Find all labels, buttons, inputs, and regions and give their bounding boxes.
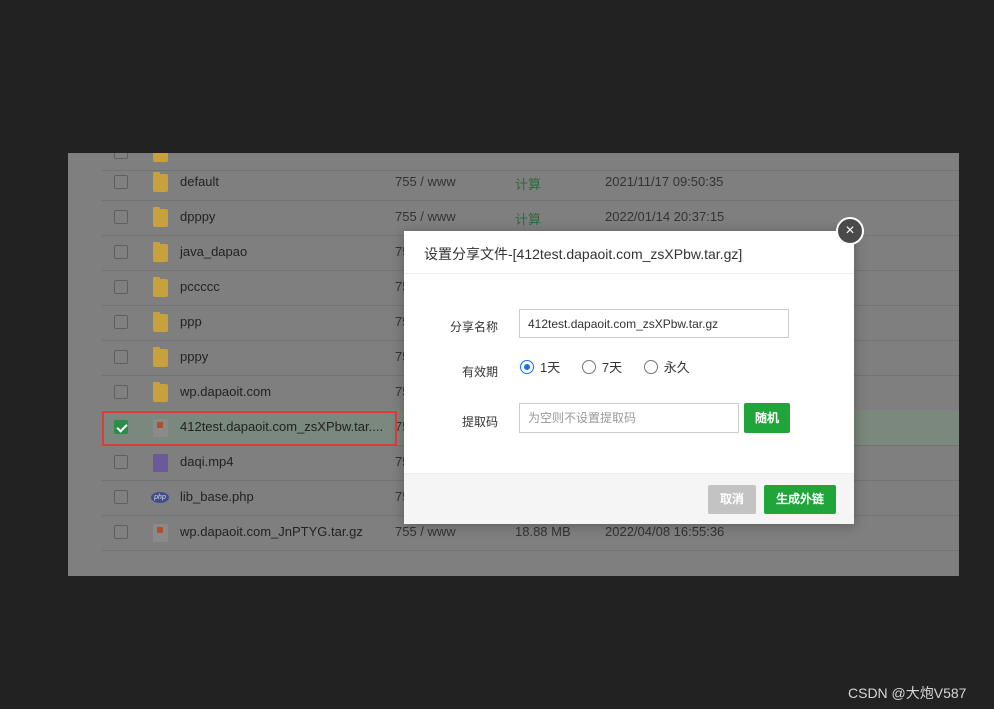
dialog-footer: 取消 生成外链 bbox=[404, 473, 854, 524]
validity-radio-group: 1天 7天 永久 bbox=[520, 357, 708, 377]
file-size: 18.88 MB bbox=[515, 524, 571, 539]
cancel-button[interactable]: 取消 bbox=[708, 485, 756, 514]
file-permission[interactable]: 755 / www bbox=[395, 209, 456, 224]
file-name[interactable]: ppp bbox=[180, 314, 202, 329]
share-name-input[interactable] bbox=[519, 309, 789, 338]
row-checkbox[interactable] bbox=[114, 175, 128, 189]
file-name[interactable]: dpppy bbox=[180, 209, 215, 224]
radio-icon[interactable] bbox=[643, 359, 658, 374]
extract-code-input[interactable] bbox=[519, 403, 739, 433]
video-icon bbox=[153, 454, 168, 472]
folder-icon bbox=[153, 172, 168, 192]
file-modified-time: 2021/11/17 09:50:35 bbox=[605, 174, 724, 189]
folder-icon bbox=[153, 382, 168, 402]
file-name[interactable]: pppy bbox=[180, 349, 208, 364]
row-checkbox[interactable] bbox=[114, 153, 128, 159]
file-modified-time: 2022/01/14 20:37:15 bbox=[605, 209, 725, 224]
radio-label: 永久 bbox=[663, 360, 690, 375]
row-checkbox[interactable] bbox=[114, 525, 128, 539]
folder-icon bbox=[153, 312, 168, 332]
dialog-title: 设置分享文件-[412test.dapaoit.com_zsXPbw.tar.g… bbox=[424, 246, 743, 262]
validity-option-7-days[interactable]: 7天 bbox=[581, 357, 623, 376]
radio-icon[interactable] bbox=[581, 359, 596, 374]
generate-link-button[interactable]: 生成外链 bbox=[764, 485, 836, 514]
row-checkbox[interactable] bbox=[114, 280, 128, 294]
validity-option-1-day[interactable]: 1天 bbox=[520, 357, 560, 376]
folder-icon bbox=[153, 153, 168, 162]
validity-label: 有效期 bbox=[461, 365, 498, 379]
folder-icon bbox=[153, 207, 168, 227]
table-row[interactable]: default 755 / www 计算 2021/11/17 09:50:35 bbox=[102, 165, 959, 201]
row-checkbox[interactable] bbox=[114, 315, 128, 329]
row-checkbox[interactable] bbox=[114, 490, 128, 504]
share-file-dialog: 设置分享文件-[412test.dapaoit.com_zsXPbw.tar.g… bbox=[404, 217, 864, 524]
share-name-label: 分享名称 bbox=[449, 320, 498, 334]
file-permission[interactable]: 755 / www bbox=[395, 524, 456, 539]
row-checkbox[interactable] bbox=[114, 385, 128, 399]
file-name[interactable]: lib_base.php bbox=[180, 489, 254, 504]
archive-icon bbox=[153, 524, 168, 542]
row-checkbox[interactable] bbox=[114, 210, 128, 224]
file-name[interactable]: default bbox=[180, 174, 219, 189]
close-icon[interactable]: × bbox=[836, 217, 864, 245]
php-icon: php bbox=[151, 492, 169, 503]
dialog-header: 设置分享文件-[412test.dapaoit.com_zsXPbw.tar.g… bbox=[404, 231, 854, 274]
folder-icon bbox=[153, 242, 168, 262]
radio-label: 1天 bbox=[540, 360, 561, 375]
folder-icon bbox=[153, 277, 168, 297]
file-name[interactable]: wp.dapaoit.com_JnPTYG.tar.gz bbox=[180, 524, 363, 539]
radio-label: 7天 bbox=[601, 360, 623, 375]
row-checkbox[interactable] bbox=[114, 245, 128, 259]
watermark: CSDN @大炮V587 bbox=[848, 685, 967, 701]
file-name[interactable]: java_dapao bbox=[180, 244, 247, 259]
row-checkbox[interactable] bbox=[114, 350, 128, 364]
file-permission[interactable]: 755 / www bbox=[395, 174, 456, 189]
file-size-calc-link[interactable]: 计算 bbox=[515, 209, 541, 228]
file-name[interactable]: pccccc bbox=[180, 279, 220, 294]
validity-option-forever[interactable]: 永久 bbox=[643, 357, 690, 376]
random-code-button[interactable]: 随机 bbox=[744, 403, 790, 433]
file-name[interactable]: daqi.mp4 bbox=[180, 454, 233, 469]
extract-code-label: 提取码 bbox=[461, 415, 498, 429]
radio-selected-icon[interactable] bbox=[520, 359, 534, 374]
row-checkbox[interactable] bbox=[114, 455, 128, 469]
file-name[interactable]: wp.dapaoit.com bbox=[180, 384, 271, 399]
folder-icon bbox=[153, 347, 168, 367]
file-modified-time: 2022/04/08 16:55:36 bbox=[605, 524, 725, 539]
selection-highlight-box bbox=[102, 411, 397, 446]
file-size-calc-link[interactable]: 计算 bbox=[515, 174, 541, 193]
